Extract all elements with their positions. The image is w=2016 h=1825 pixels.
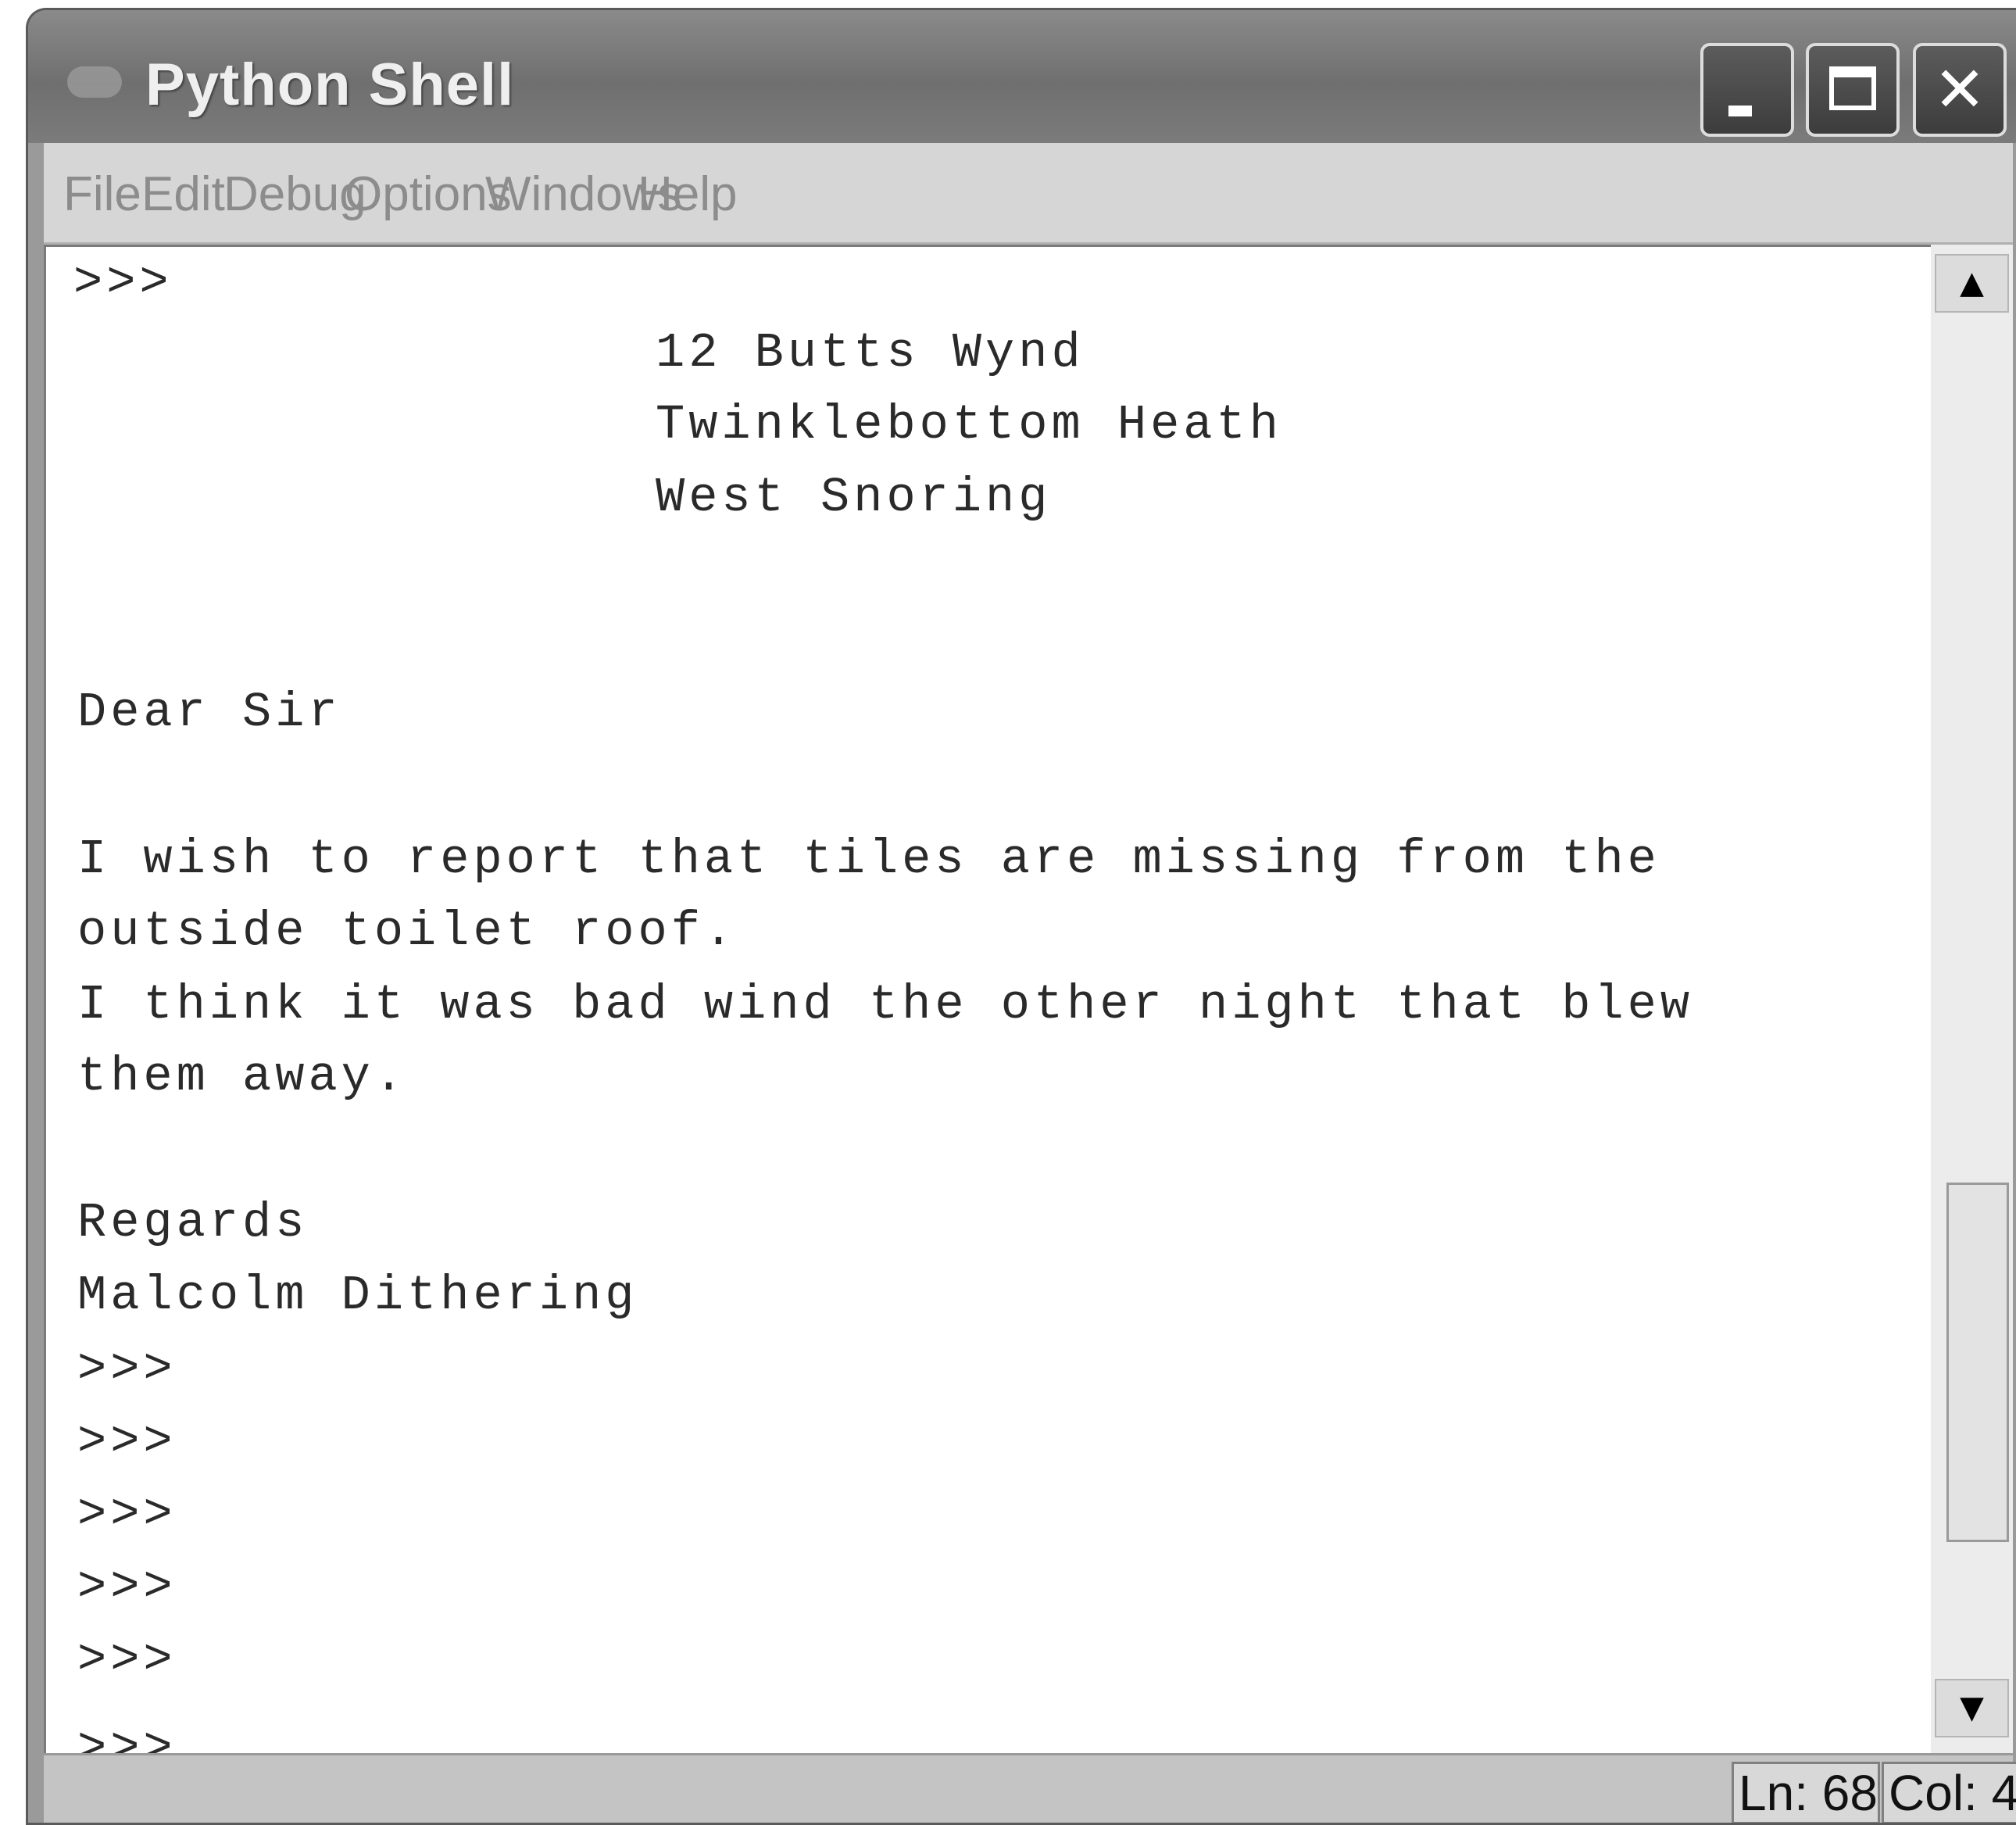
- body-line-4: them away.: [77, 1049, 408, 1104]
- close-icon: ✕: [1933, 53, 1986, 126]
- salutation-line: Dear Sir: [77, 685, 341, 740]
- line-number-status: Ln: 68: [1732, 1762, 1880, 1823]
- maximize-icon: [1829, 66, 1876, 110]
- prompt-line: >>>: [77, 1559, 177, 1615]
- scroll-up-button[interactable]: ▲: [1935, 254, 2009, 313]
- python-app-icon: [67, 66, 122, 98]
- prompt-line: >>>: [77, 1632, 177, 1687]
- title-bar[interactable]: Python Shell ✕: [28, 10, 2016, 143]
- menu-edit[interactable]: Edit: [141, 166, 225, 222]
- minimize-icon: [1728, 106, 1752, 116]
- minimize-button[interactable]: [1700, 43, 1794, 137]
- status-bar: Ln: 68 Col: 4: [44, 1753, 2016, 1823]
- prompt-line: >>>: [77, 1341, 177, 1397]
- body-line-2: outside toilet roof.: [77, 904, 738, 959]
- close-button[interactable]: ✕: [1913, 43, 2007, 137]
- scroll-down-button[interactable]: ▼: [1935, 1679, 2009, 1737]
- address-line-1: 12 Butts Wynd: [656, 325, 1085, 381]
- prompt-line: >>>: [77, 1414, 177, 1469]
- body-line-1: I wish to report that tiles are missing …: [77, 832, 1660, 887]
- prompt-line: >>>: [77, 1487, 177, 1542]
- vertical-scrollbar[interactable]: ▲ ▼: [1931, 245, 2013, 1753]
- signature-line: Malcolm Dithering: [77, 1268, 638, 1323]
- menu-bar: File Edit Debug Options Windows Help: [44, 143, 2013, 245]
- arrow-up-icon: ▲: [1960, 265, 1984, 301]
- prompt-line: >>>: [73, 255, 173, 310]
- prompt-line-partial: >>>: [77, 1720, 177, 1753]
- closing-line: Regards: [77, 1195, 309, 1251]
- column-number-status: Col: 4: [1882, 1762, 2016, 1823]
- python-shell-window: Python Shell ✕ File Edit Debug Options W…: [26, 8, 2016, 1825]
- scroll-thumb[interactable]: [1946, 1183, 2009, 1542]
- address-line-3: West Snoring: [656, 470, 1052, 525]
- menu-help[interactable]: Help: [638, 166, 738, 222]
- body-line-3: I think it was bad wind the other night …: [77, 977, 1694, 1032]
- menu-file[interactable]: File: [63, 166, 141, 222]
- arrow-down-icon: ▼: [1960, 1690, 1984, 1726]
- window-title: Python Shell: [145, 52, 515, 118]
- maximize-button[interactable]: [1806, 43, 1900, 137]
- address-line-2: Twinklebottom Heath: [656, 397, 1282, 453]
- shell-text-area[interactable]: >>> 12 Butts Wynd Twinklebottom Heath We…: [44, 245, 1931, 1753]
